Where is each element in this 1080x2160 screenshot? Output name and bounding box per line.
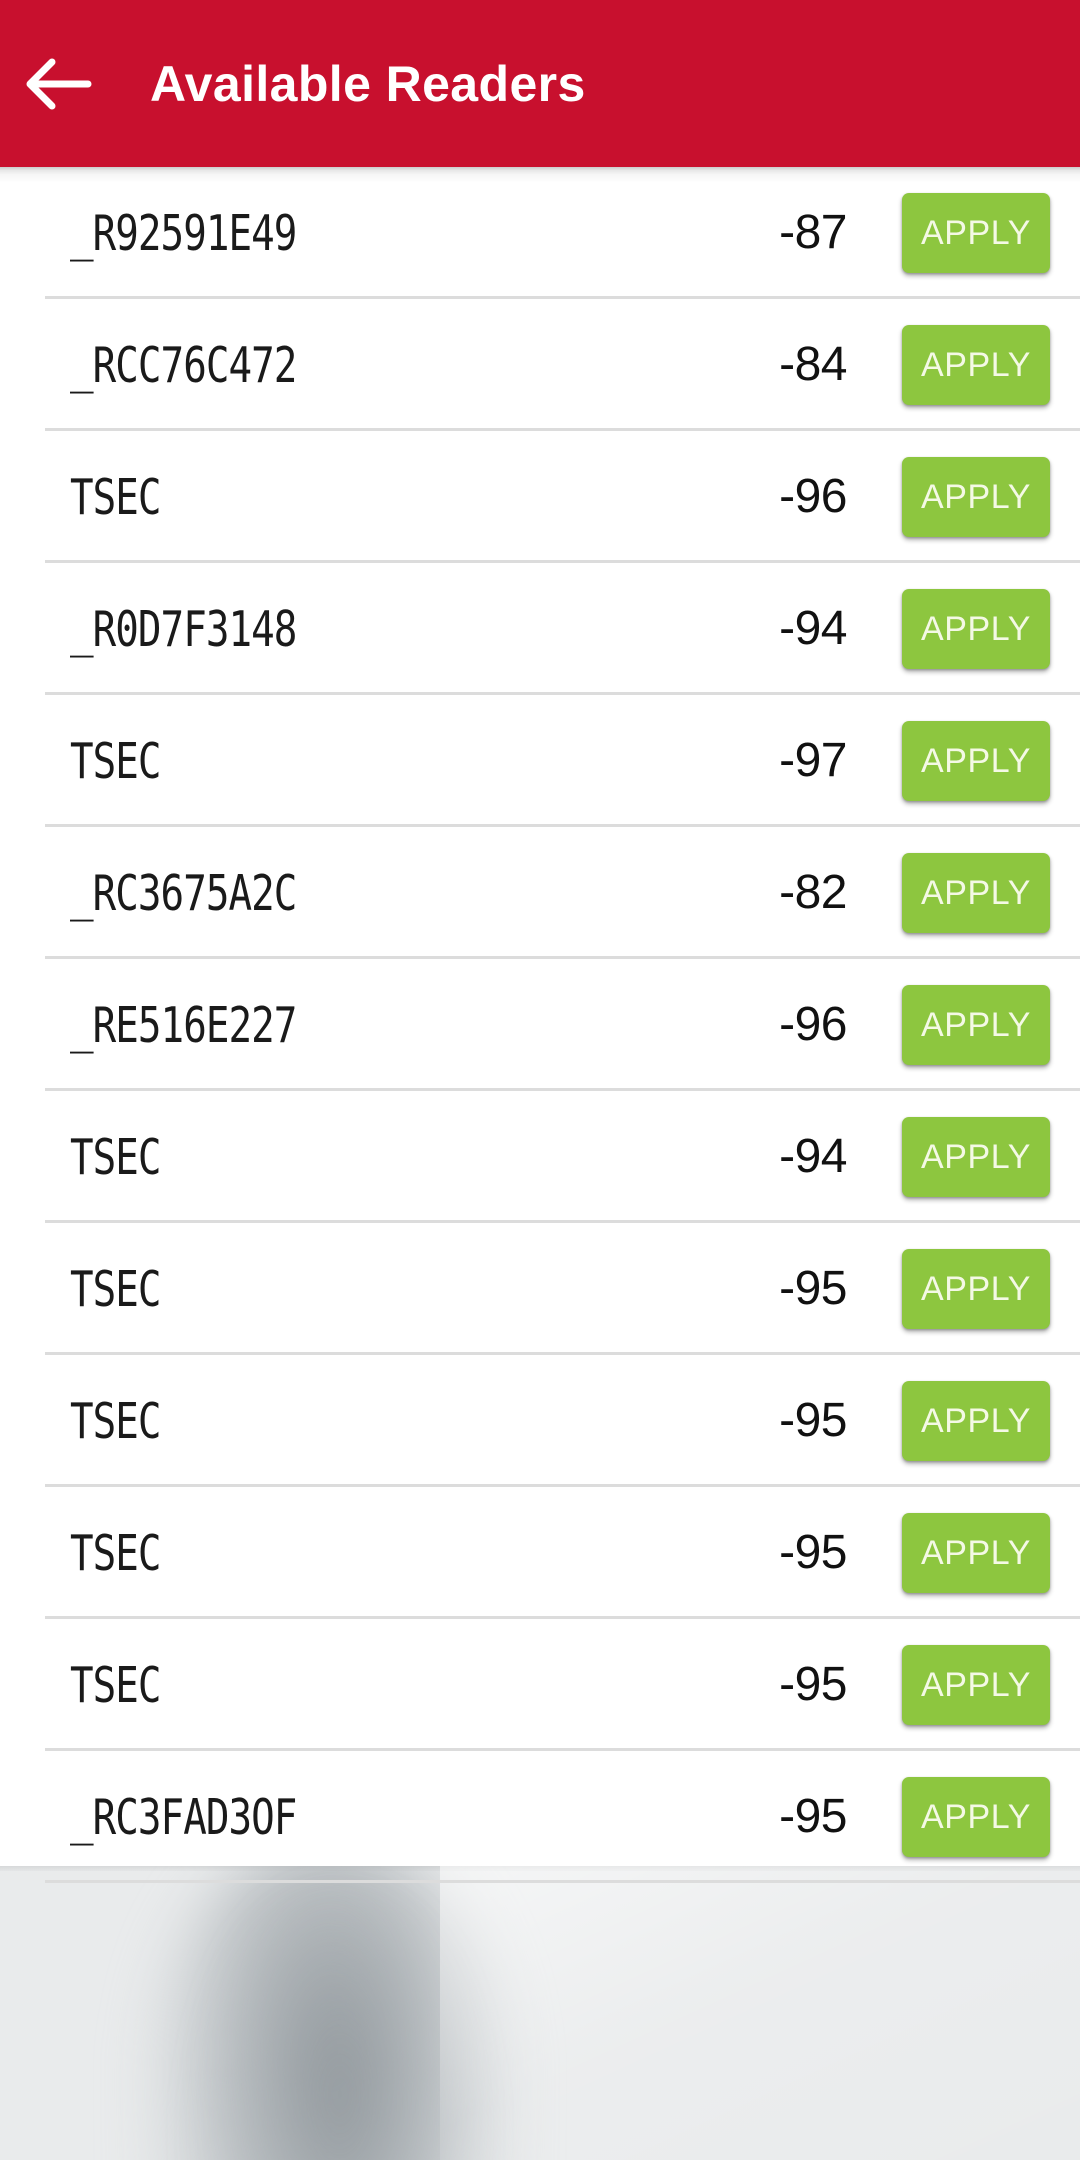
row-content: _RC3FAD3OF -95 APPLY bbox=[0, 1751, 1080, 1883]
arrow-left-icon bbox=[26, 58, 92, 110]
signal-strength-value: -97 bbox=[779, 734, 847, 787]
reader-name: _RC3FAD3OF bbox=[70, 1788, 297, 1846]
row-divider bbox=[45, 1880, 1080, 1883]
reader-name: TSEC bbox=[70, 1128, 162, 1186]
bottom-empty-area bbox=[0, 1866, 1080, 2160]
row-content: TSEC -97 APPLY bbox=[0, 695, 1080, 827]
apply-button[interactable]: APPLY bbox=[902, 1777, 1050, 1857]
row-content: TSEC -94 APPLY bbox=[0, 1091, 1080, 1223]
row-content: TSEC -95 APPLY bbox=[0, 1223, 1080, 1355]
signal-strength-value: -94 bbox=[779, 602, 847, 655]
signal-strength-value: -95 bbox=[779, 1790, 847, 1843]
apply-button[interactable]: APPLY bbox=[902, 1513, 1050, 1593]
row-content: TSEC -96 APPLY bbox=[0, 431, 1080, 563]
table-row[interactable]: TSEC -95 APPLY bbox=[0, 1619, 1080, 1751]
reader-name: TSEC bbox=[70, 468, 162, 526]
table-row[interactable]: _RE516E227 -96 APPLY bbox=[0, 959, 1080, 1091]
row-content: _R0D7F3148 -94 APPLY bbox=[0, 563, 1080, 695]
app-screen: Available Readers _R92591E49 -87 APPLY _RCC… bbox=[0, 0, 1080, 2160]
table-row[interactable]: TSEC -96 APPLY bbox=[0, 431, 1080, 563]
reader-name: TSEC bbox=[70, 1524, 162, 1582]
reader-list[interactable]: _R92591E49 -87 APPLY _RCC76C472 -84 APPLY TSEC… bbox=[0, 167, 1080, 1883]
signal-strength-value: -95 bbox=[779, 1658, 847, 1711]
page-title: Available Readers bbox=[150, 55, 586, 112]
apply-button[interactable]: APPLY bbox=[902, 721, 1050, 801]
table-row[interactable]: TSEC -95 APPLY bbox=[0, 1355, 1080, 1487]
back-button[interactable] bbox=[0, 0, 118, 167]
row-content: _RCC76C472 -84 APPLY bbox=[0, 299, 1080, 431]
apply-button[interactable]: APPLY bbox=[902, 985, 1050, 1065]
signal-strength-value: -96 bbox=[779, 470, 847, 523]
reader-name: _RC3675A2C bbox=[70, 864, 297, 922]
row-content: TSEC -95 APPLY bbox=[0, 1619, 1080, 1751]
signal-strength-value: -94 bbox=[779, 1130, 847, 1183]
row-content: TSEC -95 APPLY bbox=[0, 1355, 1080, 1487]
apply-button[interactable]: APPLY bbox=[902, 325, 1050, 405]
signal-strength-value: -95 bbox=[779, 1526, 847, 1579]
table-row[interactable]: TSEC -95 APPLY bbox=[0, 1223, 1080, 1355]
signal-strength-value: -82 bbox=[779, 866, 847, 919]
apply-button[interactable]: APPLY bbox=[902, 457, 1050, 537]
app-bar: Available Readers bbox=[0, 0, 1080, 167]
row-content: _R92591E49 -87 APPLY bbox=[0, 167, 1080, 299]
apply-button[interactable]: APPLY bbox=[902, 853, 1050, 933]
apply-button[interactable]: APPLY bbox=[902, 1249, 1050, 1329]
reader-name: TSEC bbox=[70, 732, 162, 790]
signal-strength-value: -95 bbox=[779, 1394, 847, 1447]
reader-name: _RE516E227 bbox=[70, 996, 297, 1054]
table-row[interactable]: TSEC -97 APPLY bbox=[0, 695, 1080, 827]
apply-button[interactable]: APPLY bbox=[902, 589, 1050, 669]
signal-strength-value: -84 bbox=[779, 338, 847, 391]
signal-strength-value: -96 bbox=[779, 998, 847, 1051]
table-row[interactable]: _RC3675A2C -82 APPLY bbox=[0, 827, 1080, 959]
apply-button[interactable]: APPLY bbox=[902, 1381, 1050, 1461]
row-content: TSEC -95 APPLY bbox=[0, 1487, 1080, 1619]
table-row[interactable]: TSEC -95 APPLY bbox=[0, 1487, 1080, 1619]
table-row[interactable]: _RC3FAD3OF -95 APPLY bbox=[0, 1751, 1080, 1883]
reader-name: TSEC bbox=[70, 1656, 162, 1714]
row-content: _RC3675A2C -82 APPLY bbox=[0, 827, 1080, 959]
apply-button[interactable]: APPLY bbox=[902, 1117, 1050, 1197]
row-content: _RE516E227 -96 APPLY bbox=[0, 959, 1080, 1091]
signal-strength-value: -87 bbox=[779, 206, 847, 259]
apply-button[interactable]: APPLY bbox=[902, 1645, 1050, 1725]
background-sheen bbox=[440, 1866, 1080, 2160]
signal-strength-value: -95 bbox=[779, 1262, 847, 1315]
reader-name: _R0D7F3148 bbox=[70, 600, 297, 658]
table-row[interactable]: _R0D7F3148 -94 APPLY bbox=[0, 563, 1080, 695]
reader-name: TSEC bbox=[70, 1392, 162, 1450]
table-row[interactable]: _RCC76C472 -84 APPLY bbox=[0, 299, 1080, 431]
apply-button[interactable]: APPLY bbox=[902, 193, 1050, 273]
table-row[interactable]: TSEC -94 APPLY bbox=[0, 1091, 1080, 1223]
reader-name: _R92591E49 bbox=[70, 204, 297, 262]
reader-name: TSEC bbox=[70, 1260, 162, 1318]
reader-name: _RCC76C472 bbox=[70, 336, 297, 394]
table-row[interactable]: _R92591E49 -87 APPLY bbox=[0, 167, 1080, 299]
